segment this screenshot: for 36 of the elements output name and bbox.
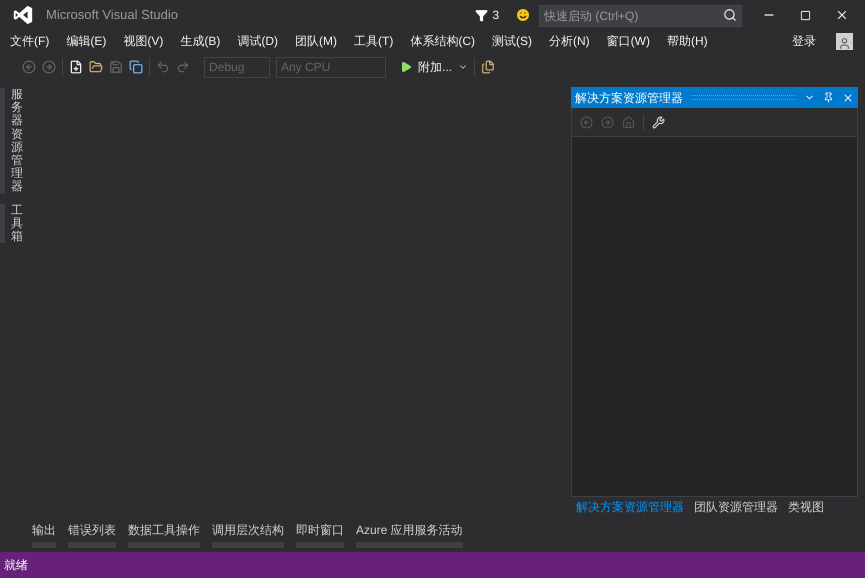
menu-item[interactable]: 测试(S) xyxy=(486,32,538,50)
wrench-icon[interactable] xyxy=(652,116,665,128)
panel-tab[interactable]: 类视图 xyxy=(783,498,829,516)
status-text: 就绪 xyxy=(4,557,28,574)
window-title: Microsoft Visual Studio xyxy=(46,6,178,24)
menu-item[interactable]: 帮助(H) xyxy=(661,32,714,50)
menu-item[interactable]: 文件(F) xyxy=(4,32,56,50)
panel-tab[interactable]: 团队资源管理器 xyxy=(689,498,783,516)
quick-launch-field[interactable]: 快速启动 (Ctrl+Q) xyxy=(539,5,742,27)
play-icon[interactable] xyxy=(400,61,412,73)
menu-item[interactable]: 体系结构(C) xyxy=(404,32,481,50)
pin-icon[interactable] xyxy=(823,92,834,103)
menu-item[interactable]: 编辑(E) xyxy=(60,32,112,50)
logo-icon xyxy=(12,4,34,26)
new-project-icon[interactable] xyxy=(69,60,83,74)
notification-count[interactable]: 3 xyxy=(492,6,499,24)
menu-item[interactable]: 视图(V) xyxy=(117,32,170,50)
menu-item[interactable]: 调试(D) xyxy=(231,32,284,50)
maximize-icon[interactable] xyxy=(800,10,811,20)
side-tab[interactable]: 服务器资源管理器 xyxy=(11,88,23,194)
filter-icon[interactable] xyxy=(475,8,488,22)
smiley-icon[interactable] xyxy=(515,7,531,23)
start-button[interactable]: 附加... xyxy=(418,58,452,76)
sign-in-link[interactable]: 登录 xyxy=(792,32,816,50)
menu-item[interactable]: 生成(B) xyxy=(174,32,226,50)
menu-item[interactable]: 团队(M) xyxy=(289,32,343,50)
panel-title: 解决方案资源管理器 xyxy=(575,90,683,106)
side-tab[interactable]: 工具箱 xyxy=(11,204,23,244)
close-icon[interactable] xyxy=(835,8,849,22)
menu-item[interactable]: 窗口(W) xyxy=(600,32,656,50)
folder-icon[interactable] xyxy=(89,60,103,74)
menu-item[interactable]: 工具(T) xyxy=(348,32,400,50)
save-all-icon[interactable] xyxy=(129,60,143,74)
search-icon[interactable] xyxy=(723,8,737,22)
account-avatar[interactable] xyxy=(836,32,853,50)
menu-item[interactable]: 分析(N) xyxy=(543,32,596,50)
